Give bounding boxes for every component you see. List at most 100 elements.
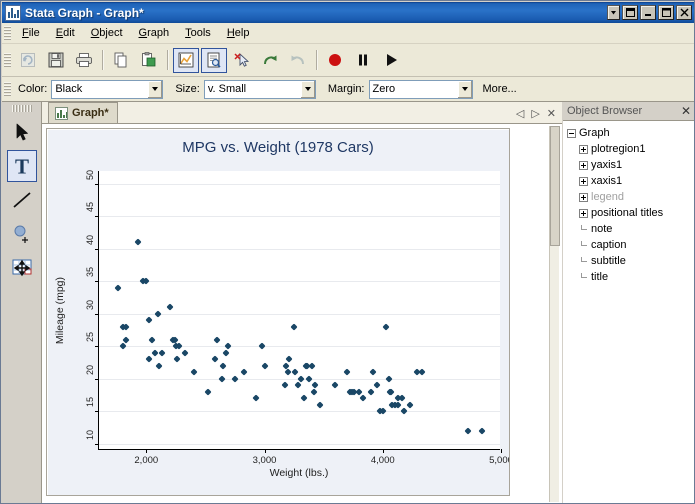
pointer-tool[interactable]	[7, 116, 37, 148]
data-point[interactable]	[394, 401, 402, 409]
chart-title[interactable]: MPG vs. Weight (1978 Cars)	[47, 139, 509, 156]
data-point[interactable]	[190, 368, 198, 376]
expand-icon[interactable]	[579, 176, 588, 186]
size-select[interactable]: v. Small	[203, 79, 316, 99]
object-browser-close-icon[interactable]: ✕	[681, 105, 691, 117]
data-point[interactable]	[231, 375, 239, 383]
tree-node-caption[interactable]: caption	[567, 237, 693, 253]
color-select[interactable]: Black	[51, 79, 164, 99]
menu-edit[interactable]: Edit	[48, 24, 83, 42]
data-point[interactable]	[387, 388, 395, 396]
data-point[interactable]	[122, 323, 130, 331]
grid-tool[interactable]	[7, 252, 37, 284]
collapse-icon[interactable]	[567, 128, 576, 138]
maximize-button[interactable]	[658, 5, 674, 20]
data-point[interactable]	[218, 375, 226, 383]
data-point[interactable]	[158, 349, 166, 357]
data-point[interactable]	[398, 394, 406, 402]
titlebar-dropdown-button[interactable]	[607, 5, 620, 20]
graph-vertical-scrollbar[interactable]	[549, 126, 560, 502]
chevron-down-icon[interactable]	[456, 80, 472, 98]
expand-icon[interactable]	[579, 192, 588, 202]
copy-icon[interactable]	[108, 48, 134, 73]
data-point[interactable]	[213, 336, 221, 344]
more-button[interactable]: More...	[483, 83, 517, 95]
tab-graph[interactable]: Graph*	[48, 102, 118, 123]
chevron-down-icon[interactable]	[299, 80, 315, 98]
data-point[interactable]	[145, 355, 153, 363]
print-icon[interactable]	[71, 48, 97, 73]
data-point[interactable]	[154, 310, 162, 318]
menu-graph[interactable]: Graph	[131, 24, 178, 42]
data-point[interactable]	[151, 349, 159, 357]
tree-node-yaxis1[interactable]: yaxis1	[567, 157, 693, 173]
propbar-grip[interactable]	[4, 81, 11, 97]
expand-icon[interactable]	[579, 144, 588, 154]
data-point[interactable]	[373, 381, 381, 389]
data-point[interactable]	[297, 375, 305, 383]
tree-node-positional-titles[interactable]: positional titles	[567, 205, 693, 221]
data-point[interactable]	[142, 277, 150, 285]
toolbar-grip[interactable]	[4, 52, 11, 68]
data-point[interactable]	[258, 342, 266, 350]
data-point[interactable]	[359, 394, 367, 402]
text-tool[interactable]: T	[6, 150, 37, 182]
data-point[interactable]	[294, 381, 302, 389]
data-point[interactable]	[331, 381, 340, 389]
data-point[interactable]	[285, 355, 293, 363]
pause-icon[interactable]	[350, 48, 376, 73]
tree-node-subtitle[interactable]: subtitle	[567, 253, 693, 269]
data-point[interactable]	[385, 375, 393, 383]
tree-node-note[interactable]: note	[567, 221, 693, 237]
play-icon[interactable]	[378, 48, 404, 73]
data-point[interactable]	[316, 401, 324, 409]
deselect-icon[interactable]	[229, 48, 255, 73]
data-point[interactable]	[219, 362, 227, 370]
data-point[interactable]	[260, 362, 269, 370]
data-point[interactable]	[310, 388, 318, 396]
data-point[interactable]	[134, 238, 142, 246]
margin-select[interactable]: Zero	[368, 79, 473, 99]
data-point[interactable]	[145, 316, 153, 324]
tab-close-icon[interactable]: ✕	[547, 109, 556, 120]
restore-button[interactable]	[622, 5, 638, 20]
data-point[interactable]	[311, 381, 319, 389]
data-point[interactable]	[400, 407, 408, 415]
data-point[interactable]	[119, 342, 127, 350]
data-point[interactable]	[211, 355, 219, 363]
plot-region[interactable]: 10 15 20 25 30 35 40 45 50 2,000 3,000 4,000 5,000	[85, 170, 509, 466]
data-point[interactable]	[406, 401, 414, 409]
data-point[interactable]	[367, 388, 375, 396]
grid-edit-icon[interactable]	[173, 47, 199, 73]
data-point[interactable]	[308, 362, 316, 370]
data-point[interactable]	[166, 303, 174, 311]
data-point[interactable]	[343, 368, 351, 376]
data-point[interactable]	[290, 323, 298, 331]
data-point[interactable]	[252, 394, 260, 402]
tab-prev-icon[interactable]: ◁	[516, 109, 524, 120]
tree-node-legend[interactable]: legend	[567, 189, 693, 205]
refresh-icon[interactable]	[15, 48, 41, 73]
data-point[interactable]	[418, 368, 426, 376]
scrollbar-thumb[interactable]	[550, 126, 560, 246]
minimize-button[interactable]	[640, 5, 656, 20]
menu-object[interactable]: Object	[83, 24, 131, 42]
redo-icon[interactable]	[257, 48, 283, 73]
close-button[interactable]	[676, 5, 692, 20]
expand-icon[interactable]	[579, 208, 588, 218]
data-point[interactable]	[175, 342, 183, 350]
expand-icon[interactable]	[579, 160, 588, 170]
y-axis-label[interactable]: Mileage (mpg)	[53, 171, 67, 450]
tree-node-xaxis1[interactable]: xaxis1	[567, 173, 693, 189]
data-point[interactable]	[173, 355, 181, 363]
line-tool[interactable]	[7, 184, 37, 216]
data-point[interactable]	[281, 381, 289, 389]
palette-grip[interactable]	[11, 105, 32, 112]
save-icon[interactable]	[43, 48, 69, 73]
menu-file[interactable]: File	[14, 24, 48, 42]
record-inspector-icon[interactable]	[201, 47, 227, 73]
data-point[interactable]	[369, 368, 377, 376]
chevron-down-icon[interactable]	[147, 80, 163, 98]
data-point[interactable]	[122, 336, 130, 344]
tree-node-title[interactable]: title	[567, 269, 693, 285]
